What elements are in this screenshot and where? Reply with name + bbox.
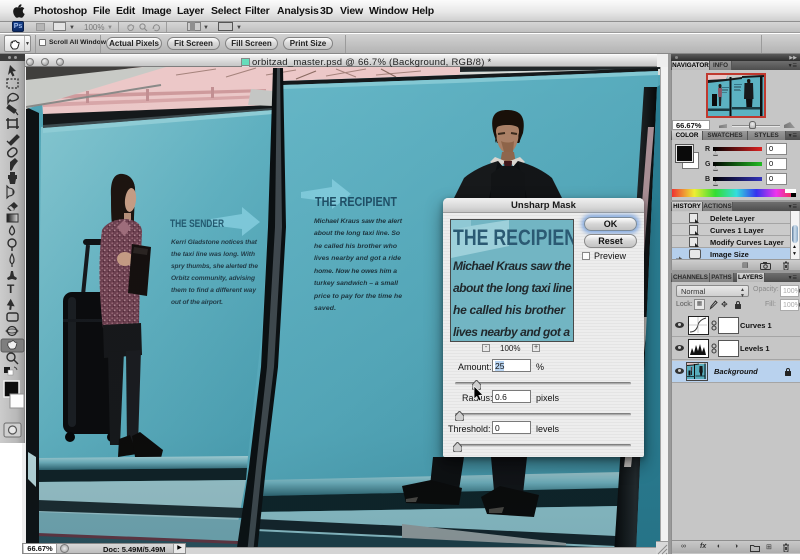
svg-text:THE RECIPIEN: THE RECIPIEN bbox=[453, 225, 573, 250]
svg-text:T: T bbox=[7, 282, 15, 296]
svg-text:lives nearby and got a: lives nearby and got a bbox=[453, 325, 570, 339]
svg-text:about the long taxi line: about the long taxi line bbox=[453, 281, 572, 295]
svg-text:Michael Kraus saw the: Michael Kraus saw the bbox=[453, 259, 571, 273]
svg-text:he called his brother: he called his brother bbox=[453, 303, 566, 317]
